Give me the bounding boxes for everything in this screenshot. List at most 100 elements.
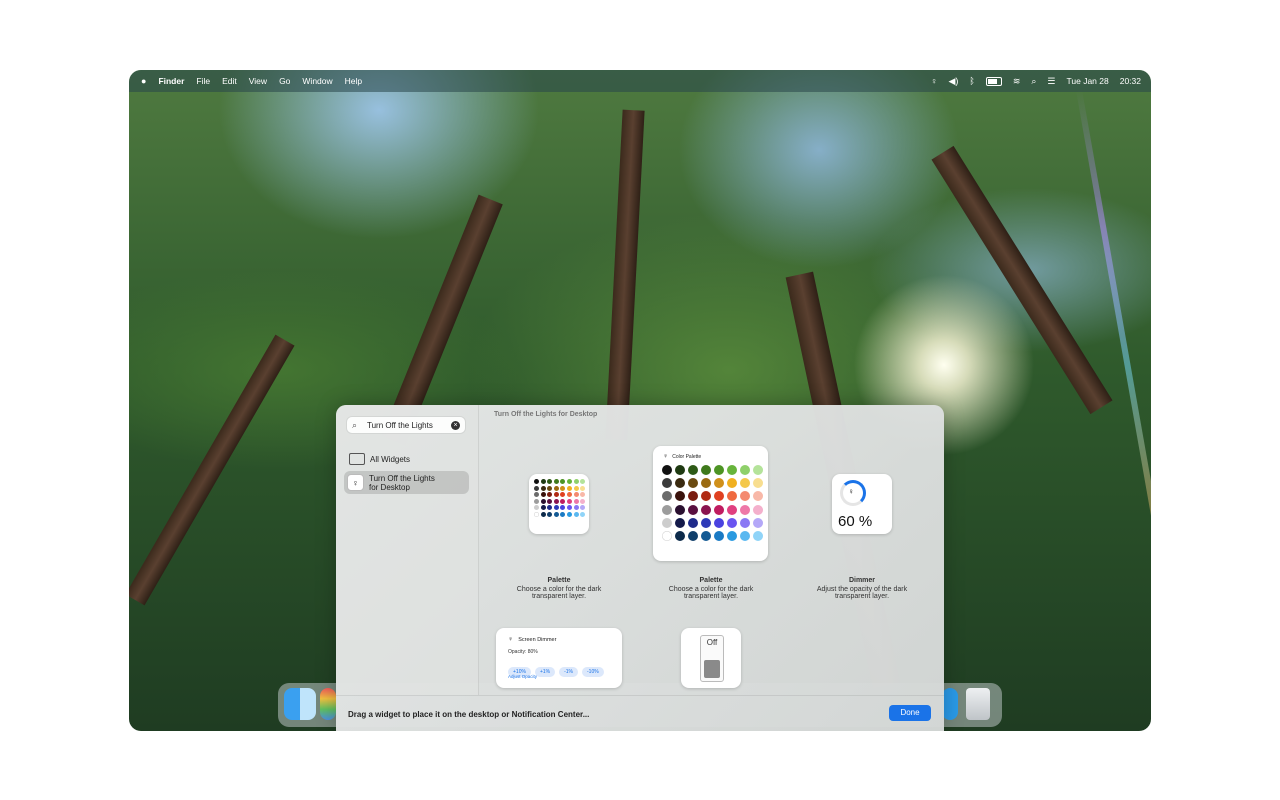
menu-go[interactable]: Go [279,76,290,86]
color-swatch[interactable] [580,479,586,484]
color-swatch[interactable] [688,517,698,528]
color-swatch[interactable] [727,465,737,475]
color-swatch[interactable] [675,491,685,502]
color-swatch[interactable] [560,511,566,517]
color-swatch[interactable] [547,505,553,511]
color-swatch[interactable] [547,511,553,517]
color-swatch[interactable] [553,511,559,517]
color-swatch[interactable] [675,530,685,541]
color-swatch[interactable] [753,491,763,502]
color-swatch[interactable] [740,478,750,489]
color-swatch[interactable] [573,485,579,491]
color-swatch[interactable] [573,505,579,511]
minus-1-button[interactable]: -1% [559,667,578,677]
launchpad-icon[interactable] [320,688,336,720]
color-swatch[interactable] [714,504,724,515]
clear-search-icon[interactable]: × [451,420,460,430]
bluetooth-icon[interactable]: ᛒ [969,76,974,86]
palette-small-widget[interactable] [529,474,589,534]
menu-app-finder[interactable]: Finder [158,76,184,86]
color-swatch[interactable] [675,478,685,489]
color-swatch[interactable] [675,517,685,528]
color-swatch[interactable] [727,530,737,541]
color-swatch[interactable] [727,504,737,515]
color-swatch[interactable] [701,517,711,528]
color-swatch[interactable] [727,517,737,528]
apple-icon[interactable]: ● [141,76,146,86]
color-swatch[interactable] [662,504,672,515]
color-swatch[interactable] [560,492,566,498]
color-swatch[interactable] [534,505,539,511]
color-swatch[interactable] [547,485,553,491]
color-swatch[interactable] [547,479,553,484]
color-swatch[interactable] [553,505,559,511]
color-swatch[interactable] [560,505,566,511]
color-swatch[interactable] [688,491,698,502]
color-swatch[interactable] [701,478,711,489]
color-swatch[interactable] [553,498,559,504]
color-swatch[interactable] [566,485,572,491]
color-swatch[interactable] [580,485,586,491]
color-swatch[interactable] [714,517,724,528]
menu-help[interactable]: Help [345,76,362,86]
wifi-icon[interactable]: ≋ [1013,76,1021,86]
color-swatch[interactable] [534,485,539,491]
color-swatch[interactable] [714,465,724,475]
color-swatch[interactable] [675,504,685,515]
color-swatch[interactable] [740,491,750,502]
color-swatch[interactable] [534,492,539,498]
finder-icon[interactable] [284,688,316,720]
sidebar-item-turn-off-the-lights[interactable]: ♀ Turn Off the Lights for Desktop [344,471,469,494]
color-swatch[interactable] [534,479,539,484]
color-swatch[interactable] [540,498,546,504]
color-swatch[interactable] [580,492,586,498]
color-swatch[interactable] [566,511,572,517]
color-swatch[interactable] [688,530,698,541]
color-swatch[interactable] [553,485,559,491]
color-swatch[interactable] [560,485,566,491]
palette-medium-widget[interactable]: ♀ Color Palette [653,446,768,561]
color-swatch[interactable] [560,498,566,504]
plus-1-button[interactable]: +1% [534,667,556,677]
trash-icon[interactable] [966,688,990,720]
color-swatch[interactable] [753,465,763,475]
color-swatch[interactable] [540,485,546,491]
color-swatch[interactable] [740,465,750,475]
color-swatch[interactable] [573,492,579,498]
color-swatch[interactable] [701,504,711,515]
color-swatch[interactable] [534,498,539,504]
adjust-opacity-link[interactable]: Adjust Opacity [508,674,537,679]
color-swatch[interactable] [566,492,572,498]
color-swatch[interactable] [540,492,546,498]
color-swatch[interactable] [740,517,750,528]
color-swatch[interactable] [688,504,698,515]
color-swatch[interactable] [662,530,672,541]
color-swatch[interactable] [753,530,763,541]
color-swatch[interactable] [701,491,711,502]
color-swatch[interactable] [662,491,672,502]
toggle-switch[interactable]: Off [700,635,724,682]
toggle-widget[interactable]: Off [681,628,741,688]
color-swatch[interactable] [714,491,724,502]
menu-date[interactable]: Tue Jan 28 [1067,76,1109,86]
color-swatch[interactable] [701,465,711,475]
battery-icon[interactable] [985,76,1002,86]
sidebar-item-all-widgets[interactable]: All Widgets [344,453,410,465]
control-center-icon[interactable]: ☰ [1047,76,1055,86]
color-swatch[interactable] [675,465,685,475]
color-swatch[interactable] [573,479,579,484]
color-swatch[interactable] [566,505,572,511]
color-swatch[interactable] [753,517,763,528]
color-swatch[interactable] [662,465,672,475]
spotlight-icon[interactable]: ⌕ [1031,76,1036,86]
color-swatch[interactable] [714,530,724,541]
app-icon[interactable] [942,688,958,720]
color-swatch[interactable] [547,498,553,504]
minus-10-button[interactable]: -10% [582,667,604,677]
color-swatch[interactable] [573,511,579,517]
screen-dimmer-widget[interactable]: ♀ Screen Dimmer Opacity: 80% +10% +1% -1% -… [496,628,622,688]
color-swatch[interactable] [580,505,586,511]
color-swatch[interactable] [740,504,750,515]
color-swatch[interactable] [553,479,559,484]
color-swatch[interactable] [540,511,546,517]
